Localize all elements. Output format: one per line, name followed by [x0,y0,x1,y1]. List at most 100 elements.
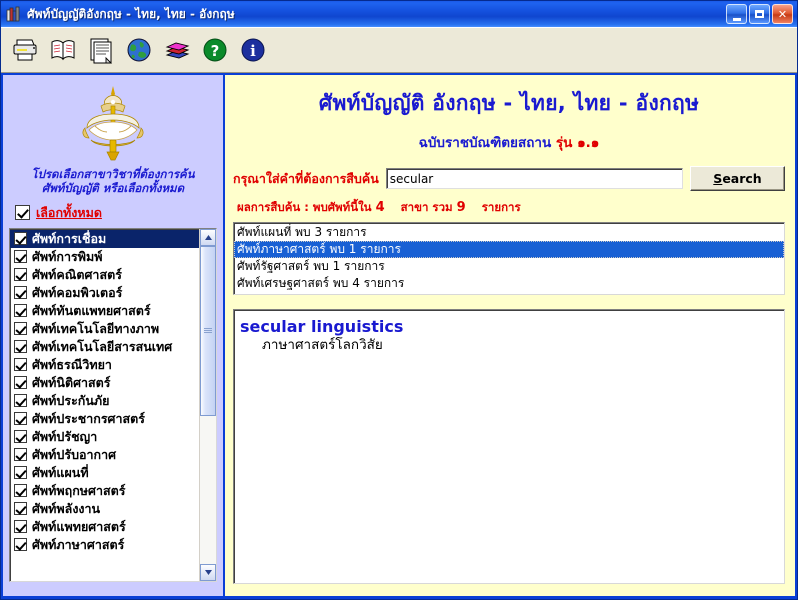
subject-checkbox[interactable] [14,484,27,498]
maximize-button[interactable] [749,4,770,24]
scroll-up-button[interactable] [200,228,216,246]
subject-checkbox[interactable] [14,340,27,354]
svg-text:?: ? [210,42,219,60]
subject-list-item[interactable]: ศัพท์ปรัชญา [10,428,199,446]
content-area: โปรดเลือกสาขาวิชาที่ต้องการค้น ศัพท์บัญญ… [1,73,797,599]
subject-checkbox[interactable] [14,394,27,408]
subject-item-label: ศัพท์ปรับอากาศ [32,446,117,462]
subject-item-label: ศัพท์พลังงาน [32,500,101,516]
subject-item-label: ศัพท์ธรณีวิทยา [32,356,112,372]
select-all-label[interactable]: เลือกทั้งหมด [36,203,102,223]
sidebar-instruction: โปรดเลือกสาขาวิชาที่ต้องการค้น ศัพท์บัญญ… [9,165,217,196]
subject-checkbox[interactable] [14,358,27,372]
subject-checkbox[interactable] [14,268,27,282]
svg-text:i: i [250,42,256,60]
subject-list-item[interactable]: ศัพท์ทันตแพทยศาสตร์ [10,302,199,320]
subject-checkbox[interactable] [14,448,27,462]
sidebar-panel: โปรดเลือกสาขาวิชาที่ต้องการค้น ศัพท์บัญญ… [3,75,223,596]
main-panel: ศัพท์บัญญัติ อังกฤษ - ไทย, ไทย - อังกฤษ … [225,75,795,596]
subject-list-scrollbar[interactable] [199,228,216,581]
print-icon[interactable] [6,31,43,69]
subject-list-item[interactable]: ศัพท์ประชากรศาสตร์ [10,410,199,428]
subject-list-item[interactable]: ศัพท์คอมพิวเตอร์ [10,284,199,302]
subject-item-label: ศัพท์ภาษาศาสตร์ [32,536,125,552]
sidebar-instruction-line2: ศัพท์บัญญัติ หรือเลือกทั้งหมด [41,181,185,196]
search-button[interactable]: Search [690,166,785,191]
subject-checkbox[interactable] [14,376,27,390]
search-row: กรุณาใส่คำที่ต้องการสืบค้น Search [233,166,785,191]
subject-list-item[interactable]: ศัพท์เทคโนโลยีทางภาพ [10,320,199,338]
subject-list-item[interactable]: ศัพท์ปรับอากาศ [10,446,199,464]
scrollbar-thumb[interactable] [200,245,216,416]
subject-listbox[interactable]: ศัพท์การเชื่อมศัพท์การพิมพ์ศัพท์คณิตศาสต… [9,227,217,582]
subject-checkbox[interactable] [14,520,27,534]
document-icon[interactable] [82,31,119,69]
search-input[interactable] [385,168,683,189]
scrollbar-track[interactable] [200,245,216,564]
subject-item-label: ศัพท์ประกันภัย [32,392,110,408]
category-list-item[interactable]: ศัพท์รัฐศาสตร์ พบ 1 รายการ [234,258,784,275]
minimize-button[interactable] [726,4,747,24]
globe-icon[interactable] [120,31,157,69]
subject-checkbox[interactable] [14,286,27,300]
subject-list-item[interactable]: ศัพท์การเชื่อม [10,229,199,248]
status-middle: สาขา รวม [400,200,453,214]
subject-list-item[interactable]: ศัพท์พลังงาน [10,500,199,518]
subject-checkbox[interactable] [14,232,27,246]
subject-list-item[interactable]: ศัพท์ธรณีวิทยา [10,356,199,374]
subject-list-item[interactable]: ศัพท์พฤกษศาสตร์ [10,482,199,500]
category-list-item[interactable]: ศัพท์แผนที่ พบ 3 รายการ [234,224,784,241]
search-status: ผลการสืบค้น : พบศัพท์นี้ใน 4 สาขา รวม 9 … [237,199,785,217]
subject-item-label: ศัพท์การเชื่อม [32,230,107,246]
subject-item-label: ศัพท์นิติศาสตร์ [32,374,111,390]
category-list-item[interactable]: ศัพท์ภาษาศาสตร์ พบ 1 รายการ [234,241,784,258]
subject-item-label: ศัพท์เทคโนโลยีสารสนเทศ [32,338,173,354]
subject-list[interactable]: ศัพท์การเชื่อมศัพท์การพิมพ์ศัพท์คณิตศาสต… [10,229,199,581]
subject-list-item[interactable]: ศัพท์การพิมพ์ [10,248,199,266]
subject-checkbox[interactable] [14,322,27,336]
subject-item-label: ศัพท์แผนที่ [32,464,89,480]
search-button-label: earch [722,171,762,186]
window-controls: ✕ [726,4,795,24]
select-all-checkbox[interactable] [15,205,30,221]
subject-list-item[interactable]: ศัพท์แผนที่ [10,464,199,482]
subject-checkbox[interactable] [14,250,27,264]
entry-meaning: ภาษาศาสตร์โลกวิสัย [262,337,383,354]
subject-list-item[interactable]: ศัพท์ภาษาศาสตร์ [10,536,199,554]
scrollbar-grip-icon [204,327,212,334]
subject-item-label: ศัพท์การพิมพ์ [32,248,103,264]
subject-item-label: ศัพท์พฤกษศาสตร์ [32,482,126,498]
category-list-item[interactable]: ศัพท์เศรษฐศาสตร์ พบ 4 รายการ [234,275,784,292]
subject-item-label: ศัพท์คณิตศาสตร์ [32,266,122,282]
help-question-icon[interactable]: ? [196,31,233,69]
scroll-down-button[interactable] [200,564,216,581]
subject-list-item[interactable]: ศัพท์เทคโนโลยีสารสนเทศ [10,338,199,356]
select-all-row[interactable]: เลือกทั้งหมด [15,203,217,223]
page-title: ศัพท์บัญญัติ อังกฤษ - ไทย, ไทย - อังกฤษ [318,91,700,115]
subject-list-item[interactable]: ศัพท์ประกันภัย [10,392,199,410]
category-listbox[interactable]: ศัพท์แผนที่ พบ 3 รายการ ศัพท์ภาษาศาสตร์ พ… [233,222,785,295]
search-button-accel: S [713,171,723,186]
page-subtitle-text: ฉบับราชบัณฑิตยสถาน [418,135,552,151]
status-suffix: รายการ [481,200,521,214]
subject-list-item[interactable]: ศัพท์แพทยศาสตร์ [10,518,199,536]
open-book-icon[interactable] [44,31,81,69]
subject-checkbox[interactable] [14,412,27,426]
subject-item-label: ศัพท์เทคโนโลยีทางภาพ [32,320,160,336]
book-stack-icon[interactable] [158,31,195,69]
subject-checkbox[interactable] [14,430,27,444]
toolbar: ? i [1,27,797,73]
subject-checkbox[interactable] [14,502,27,516]
subject-checkbox[interactable] [14,466,27,480]
subject-checkbox[interactable] [14,538,27,552]
sidebar-instruction-line1: โปรดเลือกสาขาวิชาที่ต้องการค้น [31,167,195,181]
result-panel[interactable]: secular linguistics ภาษาศาสตร์โลกวิสัย [233,309,785,584]
subject-item-label: ศัพท์ประชากรศาสตร์ [32,410,145,426]
subject-list-item[interactable]: ศัพท์คณิตศาสตร์ [10,266,199,284]
subject-list-item[interactable]: ศัพท์นิติศาสตร์ [10,374,199,392]
books-icon [5,5,23,23]
close-button[interactable]: ✕ [772,4,793,24]
info-icon[interactable]: i [234,31,271,69]
subject-item-label: ศัพท์คอมพิวเตอร์ [32,284,123,300]
subject-checkbox[interactable] [14,304,27,318]
